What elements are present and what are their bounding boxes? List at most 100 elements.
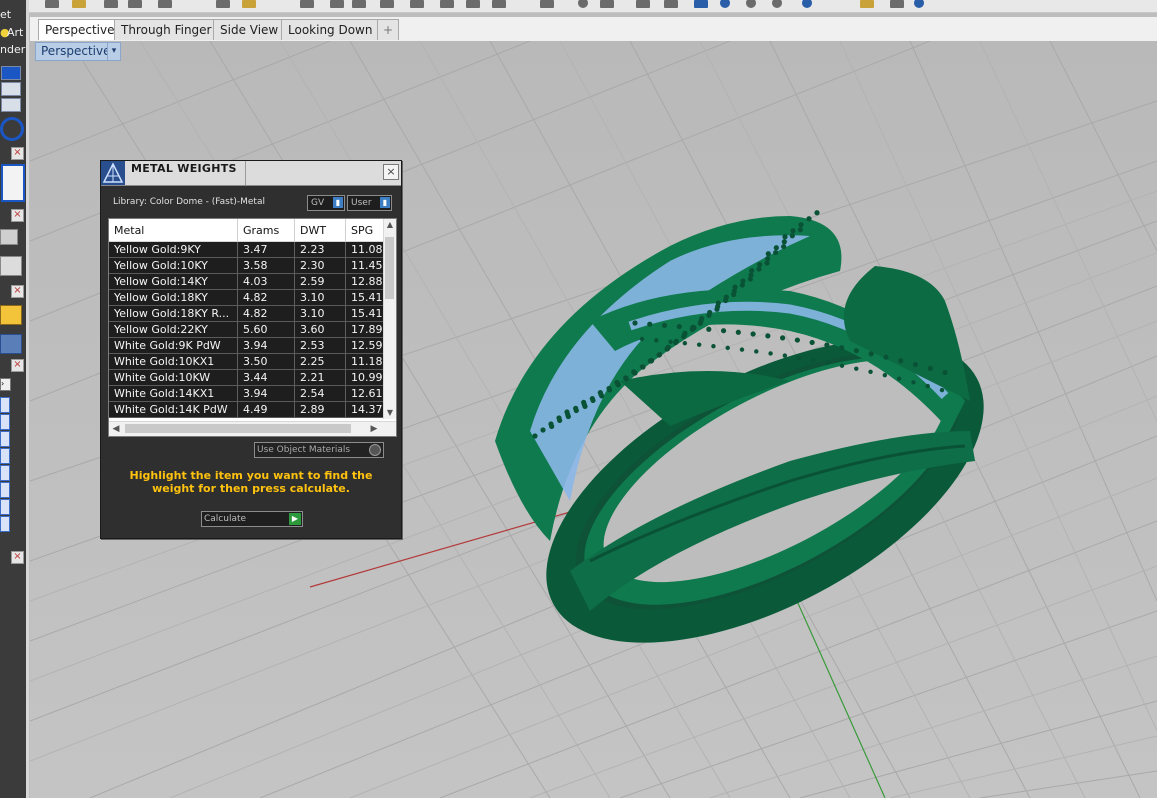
scroll-down-icon[interactable]: ▼	[384, 407, 396, 419]
cut-icon[interactable]	[158, 0, 172, 8]
pave-bead	[556, 415, 562, 421]
dock-person-icon[interactable]	[0, 334, 22, 354]
dropdown-toggle-icon[interactable]: ▮	[380, 197, 390, 208]
dock-list-item[interactable]	[0, 482, 10, 498]
options-icon[interactable]	[772, 0, 782, 8]
print-icon[interactable]	[128, 0, 142, 8]
help-icon[interactable]	[914, 0, 924, 8]
column-header-dwt[interactable]: DWT	[300, 224, 326, 237]
dropdown-toggle-icon[interactable]: ▮	[333, 197, 343, 208]
column-divider[interactable]	[294, 219, 295, 241]
pan-icon[interactable]	[300, 0, 314, 8]
table-row[interactable]: White Gold:10KW 3.44 2.21 10.99	[109, 370, 384, 386]
table-row[interactable]: White Gold:14K PdW 4.49 2.89 14.37	[109, 402, 384, 418]
grid-icon[interactable]	[492, 0, 506, 8]
add-tab-icon[interactable]: +	[377, 19, 400, 40]
layers-icon[interactable]	[694, 0, 708, 8]
dock-list-item[interactable]	[0, 465, 10, 481]
tab-looking-down[interactable]: Looking Down	[281, 19, 380, 40]
dock-close-icon[interactable]: ×	[11, 209, 24, 222]
dock-list-item[interactable]	[0, 448, 10, 464]
zoom-window-icon[interactable]	[410, 0, 424, 8]
table-row[interactable]: Yellow Gold:18KY R... 4.82 3.10 15.41	[109, 306, 384, 322]
dock-tool-select[interactable]	[1, 66, 21, 80]
column-divider[interactable]	[237, 219, 238, 241]
rotate-view-icon[interactable]	[330, 0, 344, 8]
zoom-icon[interactable]	[380, 0, 394, 8]
tab-perspective[interactable]: Perspective	[38, 19, 122, 40]
table-row[interactable]: White Gold:14KX1 3.94 2.54 12.61	[109, 386, 384, 402]
dock-close-icon[interactable]: ×	[11, 551, 24, 564]
viewport-menu-chevron-icon[interactable]: ▾	[107, 42, 121, 61]
dialog-header[interactable]: METAL WEIGHTS ×	[101, 161, 401, 186]
cell-divider	[237, 258, 238, 273]
dock-close-icon[interactable]: ×	[11, 359, 24, 372]
copy-icon[interactable]	[216, 0, 230, 8]
dock-list-item[interactable]	[0, 516, 10, 532]
zoom-selected-icon[interactable]	[466, 0, 480, 8]
sphere-icon[interactable]	[578, 0, 588, 8]
zoom-extents-icon[interactable]	[440, 0, 454, 8]
scroll-thumb[interactable]	[385, 237, 394, 299]
vertical-scrollbar[interactable]: ▲ ▼	[383, 219, 396, 419]
star-icon[interactable]	[860, 0, 874, 8]
scroll-thumb[interactable]	[125, 424, 351, 433]
close-icon[interactable]: ×	[383, 164, 399, 180]
open-folder-icon[interactable]	[72, 0, 86, 8]
table-row[interactable]: Yellow Gold:22KY 5.60 3.60 17.89	[109, 322, 384, 338]
dock-list-item[interactable]	[0, 397, 10, 413]
column-header-spg[interactable]: SPG	[351, 224, 373, 237]
tab-through-finger[interactable]: Through Finger	[114, 19, 219, 40]
dock-grid-icon[interactable]	[0, 256, 22, 276]
undo-icon[interactable]	[352, 0, 366, 8]
render-icon[interactable]	[720, 0, 730, 8]
column-header-grams[interactable]: Grams	[243, 224, 279, 237]
properties-icon[interactable]	[890, 0, 904, 8]
lock-icon[interactable]	[664, 0, 678, 8]
dock-list-item[interactable]	[0, 499, 10, 515]
pave-bead	[706, 326, 712, 332]
table-row[interactable]: Yellow Gold:10KY 3.58 2.30 11.45	[109, 258, 384, 274]
table-row[interactable]: Yellow Gold:18KY 4.82 3.10 15.41	[109, 290, 384, 306]
dock-image-icon[interactable]	[0, 305, 22, 325]
pave-bead	[639, 364, 645, 370]
circle-tool-icon[interactable]	[0, 117, 24, 141]
save-icon[interactable]	[104, 0, 118, 8]
dock-expand-icon[interactable]: ›	[0, 378, 11, 391]
pave-bead	[754, 349, 759, 354]
column-header-metal[interactable]: Metal	[114, 224, 144, 237]
table-row[interactable]: Yellow Gold:9KY 3.47 2.23 11.08	[109, 242, 384, 258]
new-file-icon[interactable]	[45, 0, 59, 8]
dock-list-item[interactable]	[0, 431, 10, 447]
dock-tool-4[interactable]	[0, 229, 18, 245]
calculate-button[interactable]: Calculate ▶	[201, 511, 303, 527]
dock-close-icon[interactable]: ×	[11, 285, 24, 298]
dock-tool-3[interactable]	[1, 98, 21, 112]
use-object-materials-toggle[interactable]: Use Object Materials	[254, 442, 384, 458]
unit-select[interactable]: GV ▮	[307, 195, 345, 211]
globe-icon[interactable]	[802, 0, 812, 8]
horizontal-scrollbar[interactable]: ◀ ▶	[109, 421, 396, 436]
scroll-left-icon[interactable]: ◀	[109, 422, 123, 436]
column-divider[interactable]	[345, 219, 346, 241]
scroll-up-icon[interactable]: ▲	[384, 219, 396, 231]
viewport-title[interactable]: Perspective	[35, 42, 117, 61]
tab-side-view[interactable]: Side View	[213, 19, 286, 40]
radio-icon[interactable]	[369, 444, 381, 456]
table-row[interactable]: White Gold:9K PdW 3.94 2.53 12.59	[109, 338, 384, 354]
play-arrow-icon[interactable]: ▶	[289, 513, 301, 525]
scroll-right-icon[interactable]: ▶	[367, 422, 381, 436]
material-icon[interactable]	[746, 0, 756, 8]
dock-list-item[interactable]	[0, 414, 10, 430]
pencil-icon[interactable]	[540, 0, 554, 8]
table-row[interactable]: White Gold:10KX1 3.50 2.25 11.18	[109, 354, 384, 370]
table-row[interactable]: Yellow Gold:14KY 4.03 2.59 12.88	[109, 274, 384, 290]
curve-icon[interactable]	[600, 0, 614, 8]
dock-close-icon[interactable]: ×	[11, 147, 24, 160]
dock-label-3: nder	[0, 43, 26, 56]
light-icon[interactable]	[636, 0, 650, 8]
scope-select[interactable]: User ▮	[347, 195, 392, 211]
dock-panel-toggle[interactable]	[1, 164, 25, 202]
paste-icon[interactable]	[242, 0, 256, 8]
dock-tool-2[interactable]	[1, 82, 21, 96]
